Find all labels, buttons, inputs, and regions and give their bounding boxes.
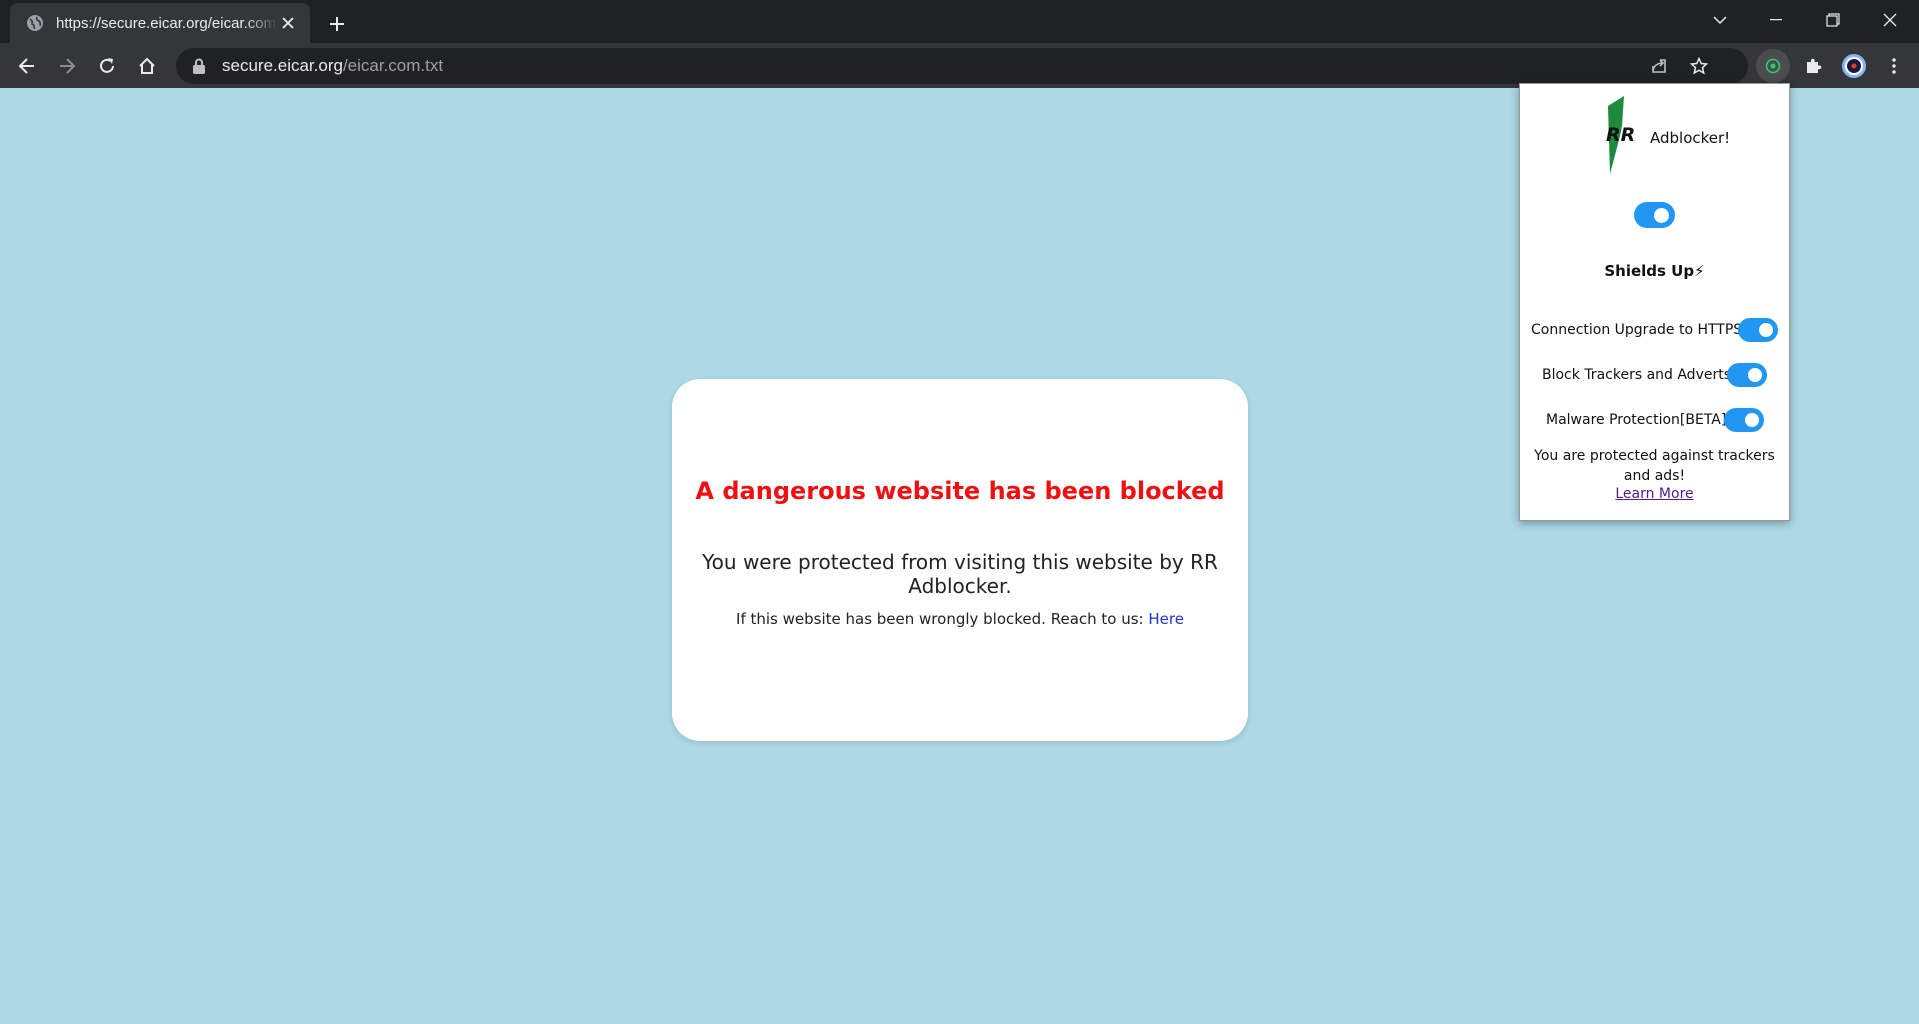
option-trackers-label: Block Trackers and Adverts: [1542, 367, 1732, 383]
contact-here-link[interactable]: Here: [1148, 610, 1184, 628]
arrow-right-icon[interactable]: [50, 49, 84, 83]
share-icon[interactable]: [1644, 51, 1674, 81]
tab-title: https://secure.eicar.org/eicar.com.txt: [56, 14, 278, 32]
star-icon[interactable]: [1684, 51, 1714, 81]
close-icon[interactable]: [278, 13, 298, 33]
globe-icon: [26, 14, 44, 32]
window-close-icon[interactable]: [1862, 0, 1918, 40]
contact-text: If this website has been wrongly blocked…: [736, 610, 1144, 628]
option-malware-label: Malware Protection[BETA]: [1546, 412, 1727, 428]
home-icon[interactable]: [130, 49, 164, 83]
blocked-message: You were protected from visiting this we…: [702, 550, 1218, 598]
puzzle-icon[interactable]: [1796, 49, 1830, 83]
shields-status: Shields Up⚡: [1604, 262, 1705, 280]
profile-avatar-icon[interactable]: [1837, 49, 1871, 83]
adblocker-extension-icon[interactable]: [1756, 49, 1790, 83]
browser-toolbar: secure.eicar.org/eicar.com.txt: [0, 43, 1919, 88]
url-text: secure.eicar.org/eicar.com.txt: [222, 56, 443, 76]
toggle-block-trackers[interactable]: [1727, 363, 1767, 387]
toggle-https-upgrade[interactable]: [1738, 318, 1778, 342]
popup-app-name: Adblocker!: [1650, 129, 1731, 147]
reload-icon[interactable]: [90, 49, 124, 83]
lock-icon[interactable]: [192, 58, 208, 74]
contact-line: If this website has been wrongly blocked…: [672, 610, 1248, 628]
blocked-card: A dangerous website has been blocked You…: [672, 379, 1248, 741]
learn-more-link[interactable]: Learn More: [1615, 486, 1693, 502]
tab-search-icon[interactable]: [1692, 0, 1748, 40]
kebab-menu-icon[interactable]: [1877, 49, 1911, 83]
master-shield-toggle[interactable]: [1634, 202, 1675, 228]
minimize-icon[interactable]: [1748, 0, 1804, 40]
blocked-title: A dangerous website has been blocked: [695, 477, 1225, 505]
url-path: /eicar.com.txt: [342, 56, 444, 75]
adblocker-logo: RR: [1604, 96, 1636, 174]
protected-message: You are protected against trackers and a…: [1534, 448, 1775, 484]
browser-tab[interactable]: https://secure.eicar.org/eicar.com.txt: [10, 3, 310, 43]
url-host: secure.eicar.org: [222, 56, 343, 75]
browser-titlebar: https://secure.eicar.org/eicar.com.txt: [0, 0, 1919, 43]
learn-more-line: Learn More: [1520, 486, 1789, 502]
adblocker-popup: RR Adblocker! Shields Up⚡ Connection Upg…: [1519, 83, 1790, 521]
restore-icon[interactable]: [1805, 0, 1861, 40]
logo-text: RR: [1606, 124, 1635, 146]
address-bar[interactable]: secure.eicar.org/eicar.com.txt: [176, 48, 1748, 84]
arrow-left-icon[interactable]: [10, 49, 44, 83]
toggle-malware-protection[interactable]: [1724, 408, 1764, 432]
plus-icon[interactable]: [322, 9, 352, 39]
option-https-label: Connection Upgrade to HTTPS: [1531, 322, 1743, 338]
